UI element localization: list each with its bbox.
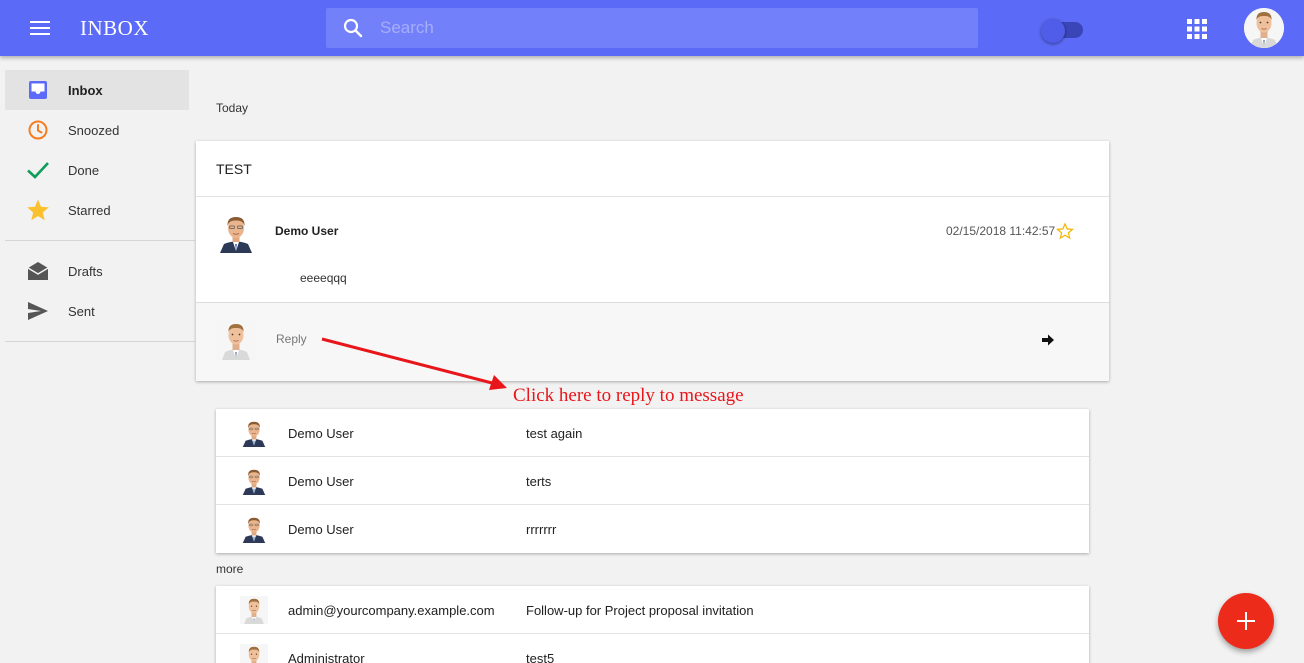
star-button[interactable] xyxy=(1056,222,1074,240)
sidebar-item-label: Starred xyxy=(68,202,111,218)
sender-avatar xyxy=(216,213,256,253)
clock-icon xyxy=(25,117,51,143)
sender-avatar xyxy=(240,515,268,543)
list-item[interactable]: Administrator test5 xyxy=(216,634,1089,663)
app-title: INBOX xyxy=(80,16,149,40)
section-label-more[interactable]: more xyxy=(216,562,243,576)
sidebar-item-done[interactable]: Done xyxy=(5,150,195,190)
annotation-text: Click here to reply to message xyxy=(513,385,744,406)
row-subject: terts xyxy=(526,474,552,489)
row-sender: Demo User xyxy=(288,474,354,489)
sender-avatar xyxy=(240,467,268,495)
sidebar-item-snoozed[interactable]: Snoozed xyxy=(5,110,195,150)
toggle-knob[interactable] xyxy=(1041,19,1065,43)
message-date: 02/15/2018 11:42:57 xyxy=(946,224,1056,238)
sidebar-item-label: Snoozed xyxy=(68,122,120,138)
sidebar-item-drafts[interactable]: Drafts xyxy=(5,251,195,291)
sender-avatar xyxy=(240,596,268,624)
list-item[interactable]: Demo User rrrrrrr xyxy=(216,505,1089,553)
theme-toggle[interactable] xyxy=(1041,19,1083,43)
apps-grid-icon xyxy=(1187,19,1207,39)
check-icon xyxy=(25,157,51,183)
row-subject: test again xyxy=(526,426,583,441)
message-sender: Demo User xyxy=(275,224,339,238)
compose-fab-button[interactable] xyxy=(1218,593,1274,649)
menu-button[interactable] xyxy=(20,14,60,42)
reply-avatar xyxy=(216,320,256,360)
sender-avatar xyxy=(240,419,268,447)
send-reply-button[interactable] xyxy=(1041,333,1055,347)
annotation-arrow xyxy=(321,337,507,390)
row-subject: Follow-up for Project proposal invitatio… xyxy=(526,603,754,618)
plus-icon xyxy=(1237,612,1255,630)
row-subject: rrrrrrr xyxy=(526,522,557,537)
star-icon xyxy=(25,197,51,223)
apps-button[interactable] xyxy=(1185,18,1209,40)
row-sender: admin@yourcompany.example.com xyxy=(288,603,495,618)
sender-avatar xyxy=(240,644,268,663)
search-input[interactable] xyxy=(380,8,978,48)
sidebar-item-label: Done xyxy=(68,162,100,178)
sidebar-divider xyxy=(5,341,195,342)
drafts-icon xyxy=(25,258,51,284)
send-icon xyxy=(25,298,51,324)
message-body: eeeeqqq xyxy=(300,271,347,285)
row-sender: Demo User xyxy=(288,426,354,441)
top-app-bar: INBOX xyxy=(0,0,1304,56)
list-item[interactable]: Demo User terts xyxy=(216,457,1089,505)
star-outline-icon xyxy=(1056,222,1074,240)
message-list-today: Demo User test again Demo User terts Dem… xyxy=(216,409,1089,553)
section-label-today: Today xyxy=(216,101,249,115)
sidebar-divider xyxy=(5,240,195,241)
sidebar-item-inbox[interactable]: Inbox xyxy=(5,70,189,110)
arrow-right-icon xyxy=(1042,334,1054,346)
list-item[interactable]: admin@yourcompany.example.com Follow-up … xyxy=(216,586,1089,634)
list-item[interactable]: Demo User test again xyxy=(216,409,1089,457)
search-icon[interactable] xyxy=(326,8,380,48)
sidebar-item-starred[interactable]: Starred xyxy=(5,190,195,230)
row-sender: Demo User xyxy=(288,522,354,537)
row-sender: Administrator xyxy=(288,651,365,663)
message: Demo User 02/15/2018 11:42:57 eeeeqqq xyxy=(196,197,1109,303)
hamburger-menu-icon xyxy=(30,21,50,35)
inbox-icon xyxy=(25,77,51,103)
sidebar-item-label: Sent xyxy=(68,303,95,319)
thread-title[interactable]: TEST xyxy=(196,141,1109,197)
sidebar-item-sent[interactable]: Sent xyxy=(5,291,195,331)
sidebar-item-label: Inbox xyxy=(68,82,103,98)
search-bar[interactable] xyxy=(326,8,978,48)
sidebar-nav: Inbox Snoozed Done Starred Drafts Sent xyxy=(5,70,195,352)
sidebar-item-label: Drafts xyxy=(68,263,103,279)
message-list-more: admin@yourcompany.example.com Follow-up … xyxy=(216,586,1089,663)
user-avatar[interactable] xyxy=(1244,8,1284,48)
row-subject: test5 xyxy=(526,651,555,663)
